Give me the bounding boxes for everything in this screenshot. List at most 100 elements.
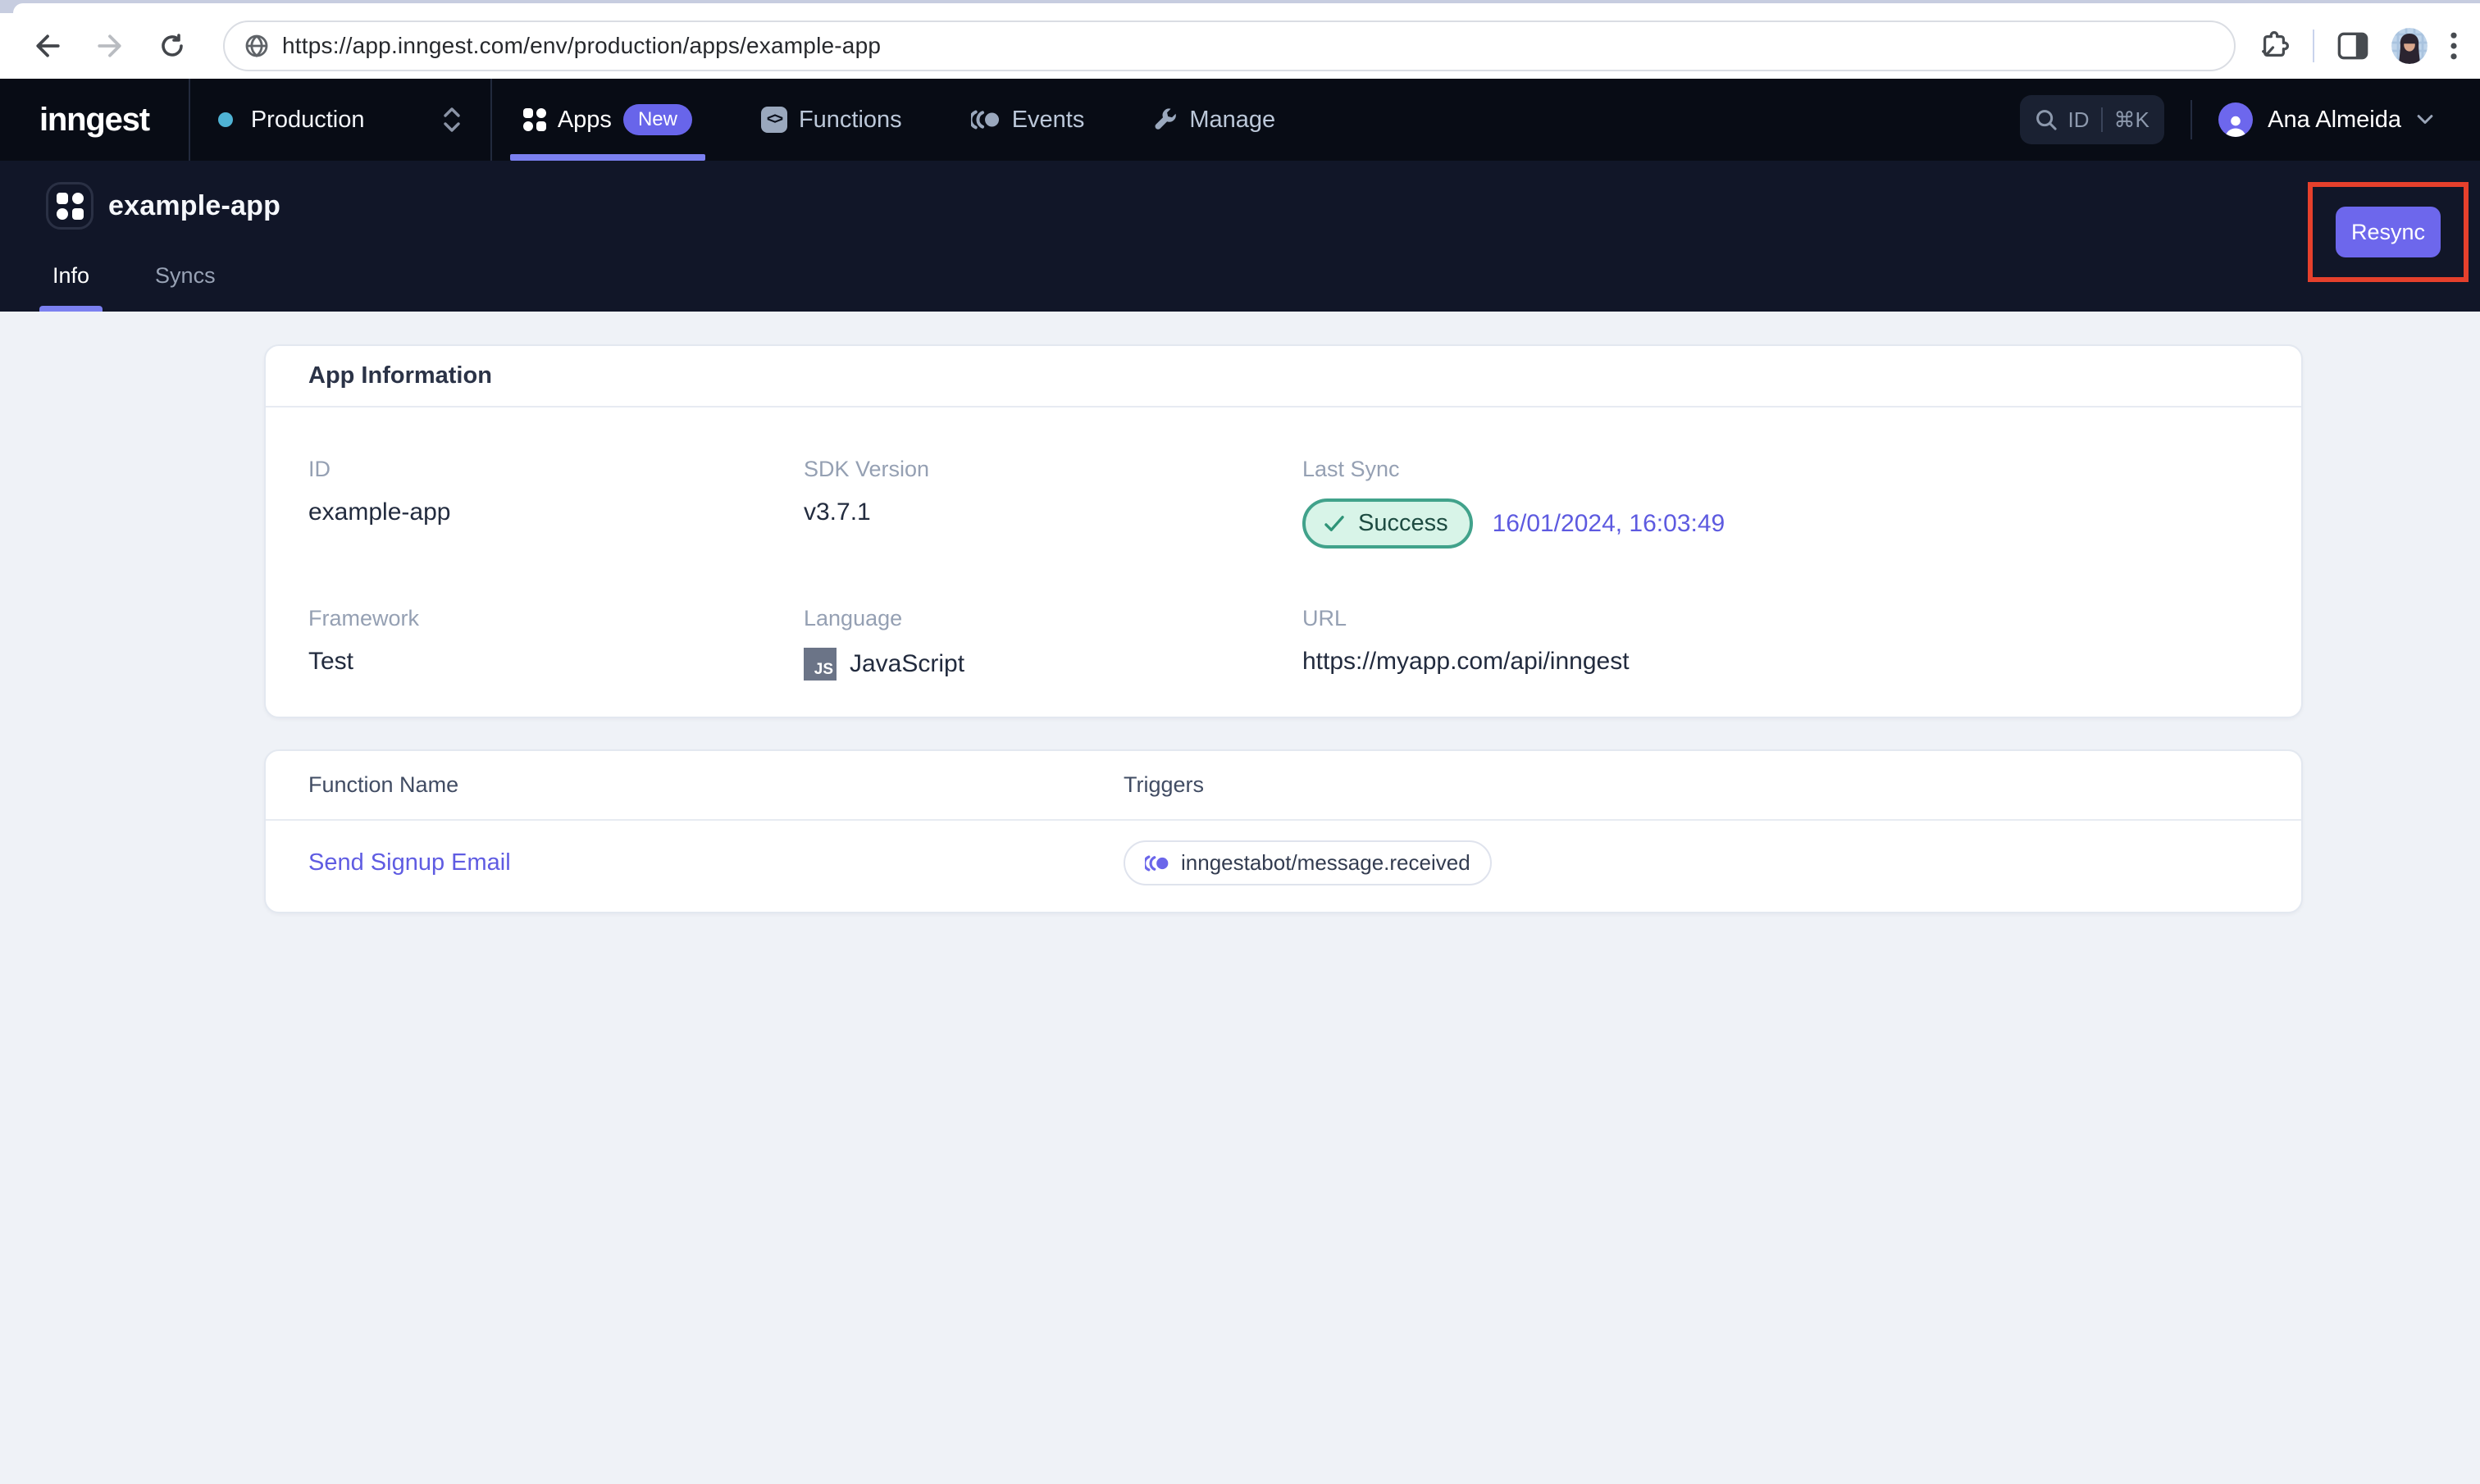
app-information-card: App Information ID example-app SDK Versi… [264,344,2303,718]
search-label: ID [2067,107,2090,132]
column-function-name: Function Name [308,772,459,797]
nav-item-events[interactable]: Events [958,79,1098,161]
events-icon [970,108,1001,131]
nav-item-manage[interactable]: Manage [1140,79,1288,161]
nav-item-apps[interactable]: Apps New [509,79,705,161]
code-icon: <> [760,107,787,133]
nav-item-label: Functions [798,106,902,133]
extensions-icon[interactable] [2259,30,2290,61]
field-framework: Framework Test [308,606,804,681]
search-divider [2100,107,2103,132]
account-name: Ana Almeida [2268,106,2401,133]
search-icon [2036,110,2057,130]
chrome-divider [2313,30,2314,62]
status-label: Success [1358,510,1448,536]
field-label: Last Sync [1302,457,1400,481]
new-badge: New [622,104,692,135]
chrome-actions [2259,28,2457,64]
trigger-cell: inngestabot/message.received [1124,840,2259,885]
tab-syncs[interactable]: Syncs [142,263,229,312]
language-name: JavaScript [850,650,965,677]
nav-item-label: Manage [1189,106,1276,133]
last-sync-row: Success 16/01/2024, 16:03:49 [1302,498,2259,549]
field-last-sync: Last Sync Success 16/01/2024, 16:03:49 [1302,457,2259,549]
annotation-highlight-box: Resync [2308,182,2469,282]
field-url: URL https://myapp.com/api/inngest [1302,606,2259,681]
globe-icon [245,34,268,57]
chevron-down-icon [2417,115,2433,124]
status-badge: Success [1302,498,1473,549]
nav-divider [490,79,492,161]
page-title: example-app [108,189,281,221]
field-label: ID [308,457,331,481]
table-row: Send Signup Email inngestabot/message.re… [266,821,2301,912]
reload-icon[interactable] [148,21,197,71]
inngest-navbar: inngest Production Apps New <> Functions… [0,79,2480,161]
function-link[interactable]: Send Signup Email [308,849,1124,876]
field-value: Test [308,648,354,675]
url-bar[interactable]: https://app.inngest.com/env/production/a… [223,20,2236,71]
wrench-icon [1153,107,1178,132]
trigger-name: inngestabot/message.received [1181,850,1470,875]
tab-info[interactable]: Info [39,263,103,312]
card-title: App Information [266,346,2301,407]
functions-table-header: Function Name Triggers [266,751,2301,821]
nav-item-functions[interactable]: <> Functions [748,79,915,161]
kebab-menu-icon[interactable] [2450,32,2457,60]
forward-icon[interactable] [85,21,134,71]
browser-toolbar: https://app.inngest.com/env/production/a… [0,13,2480,79]
app-root: https://app.inngest.com/env/production/a… [0,0,2480,1484]
grid-icon [522,108,546,131]
field-label: SDK Version [804,457,930,481]
javascript-icon: JS [804,648,837,681]
environment-selector[interactable]: Production [190,79,490,161]
tab-label: Info [52,263,90,288]
last-sync-timestamp[interactable]: 16/01/2024, 16:03:49 [1493,510,1726,538]
field-label: Language [804,606,903,630]
page-title-row: example-app [0,161,2480,230]
environment-label: Production [250,106,365,133]
app-grid-icon [46,182,93,230]
page-header: example-app Info Syncs Resync [0,161,2480,312]
browser-profile-avatar[interactable] [2391,28,2428,64]
tab-label: Syncs [155,263,216,288]
field-value: https://myapp.com/api/inngest [1302,648,1630,675]
events-icon [1145,854,1169,873]
main-content: App Information ID example-app SDK Versi… [0,312,2480,913]
browser-tabstrip [0,0,2480,13]
nav-item-label: Apps [557,106,612,133]
header-tabs: Info Syncs [39,263,229,312]
updown-chevrons-icon [444,107,460,132]
environment-dot-icon [217,112,233,127]
field-label: Framework [308,606,420,630]
navbar-right: ID ⌘K Ana Almeida [2020,79,2480,161]
field-id: ID example-app [308,457,804,549]
account-menu[interactable]: Ana Almeida [2218,102,2434,137]
back-icon[interactable] [23,21,72,71]
browser-chrome: https://app.inngest.com/env/production/a… [0,0,2480,79]
app-info-grid: ID example-app SDK Version v3.7.1 Last S… [266,407,2301,717]
check-icon [1324,515,1344,531]
url-text[interactable]: https://app.inngest.com/env/production/a… [282,33,881,59]
search-button[interactable]: ID ⌘K [2020,95,2165,144]
nav-divider [2191,100,2193,139]
field-value: JS JavaScript [804,648,1302,681]
field-language: Language JS JavaScript [804,606,1302,681]
field-sdk-version: SDK Version v3.7.1 [804,457,1302,549]
column-triggers: Triggers [1124,772,1205,797]
person-icon [2218,102,2254,137]
side-panel-icon[interactable] [2337,32,2368,60]
nav-item-label: Events [1011,106,1085,133]
resync-button[interactable]: Resync [2336,207,2441,257]
field-label: URL [1302,606,1347,630]
field-value: example-app [308,498,451,526]
field-value: v3.7.1 [804,498,871,526]
inngest-logo[interactable]: inngest [0,79,189,161]
active-tab-underline [509,154,705,161]
browser-active-tab[interactable] [13,3,2480,13]
functions-card: Function Name Triggers Send Signup Email… [264,749,2303,913]
trigger-badge: inngestabot/message.received [1124,840,1492,885]
tab-active-underline [39,306,103,312]
search-shortcut: ⌘K [2113,107,2149,132]
nav-items: Apps New <> Functions Events Manage [509,79,1288,161]
